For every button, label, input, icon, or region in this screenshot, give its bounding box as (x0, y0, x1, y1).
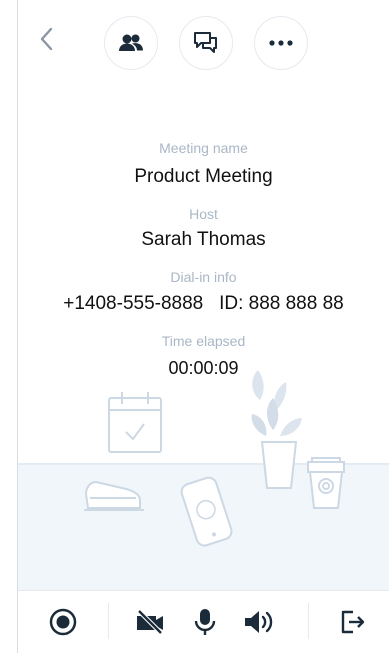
meeting-screen: Meeting name Product Meeting Host Sarah … (0, 0, 389, 654)
leave-button[interactable] (336, 605, 370, 639)
meeting-name-label: Meeting name (159, 140, 248, 156)
plant-icon (251, 370, 302, 489)
calendar-icon (108, 392, 162, 453)
video-toggle-button[interactable] (133, 605, 167, 639)
speaker-button[interactable] (241, 605, 275, 639)
dialin-label: Dial-in info (170, 269, 237, 285)
meeting-name-group: Meeting name Product Meeting (18, 140, 389, 189)
participants-icon (119, 34, 143, 51)
office-illustration (84, 370, 345, 547)
toolbar-separator (308, 603, 309, 639)
back-button[interactable] (34, 24, 58, 54)
chat-icon (194, 32, 217, 53)
coffee-cup-icon (307, 457, 345, 509)
chat-button[interactable] (179, 16, 233, 70)
more-button[interactable] (254, 16, 308, 70)
video-off-icon (137, 609, 163, 635)
meeting-name: Product Meeting (134, 166, 273, 187)
record-button[interactable] (46, 605, 80, 639)
toolbar-separator (108, 603, 109, 639)
host-name: Sarah Thomas (141, 229, 266, 250)
phone-icon (180, 476, 233, 547)
dialin-info: +1408-555-8888 ID: 888 888 88 (63, 293, 344, 314)
elapsed-label: Time elapsed (161, 333, 246, 349)
chevron-left-icon (40, 27, 53, 51)
host-group: Host Sarah Thomas (18, 206, 389, 252)
leave-icon (341, 610, 365, 634)
speaker-icon (245, 611, 273, 633)
more-icon (269, 40, 293, 46)
host-label: Host (189, 206, 218, 222)
participants-button[interactable] (104, 16, 158, 70)
dialin-group: Dial-in info +1408-555-8888 ID: 888 888 … (18, 269, 389, 316)
stapler-icon (84, 480, 144, 511)
call-toolbar (18, 590, 389, 654)
microphone-icon (194, 609, 216, 635)
microphone-button[interactable] (188, 605, 222, 639)
meeting-info: Meeting name Product Meeting Host Sarah … (18, 140, 389, 397)
record-icon (49, 608, 77, 636)
